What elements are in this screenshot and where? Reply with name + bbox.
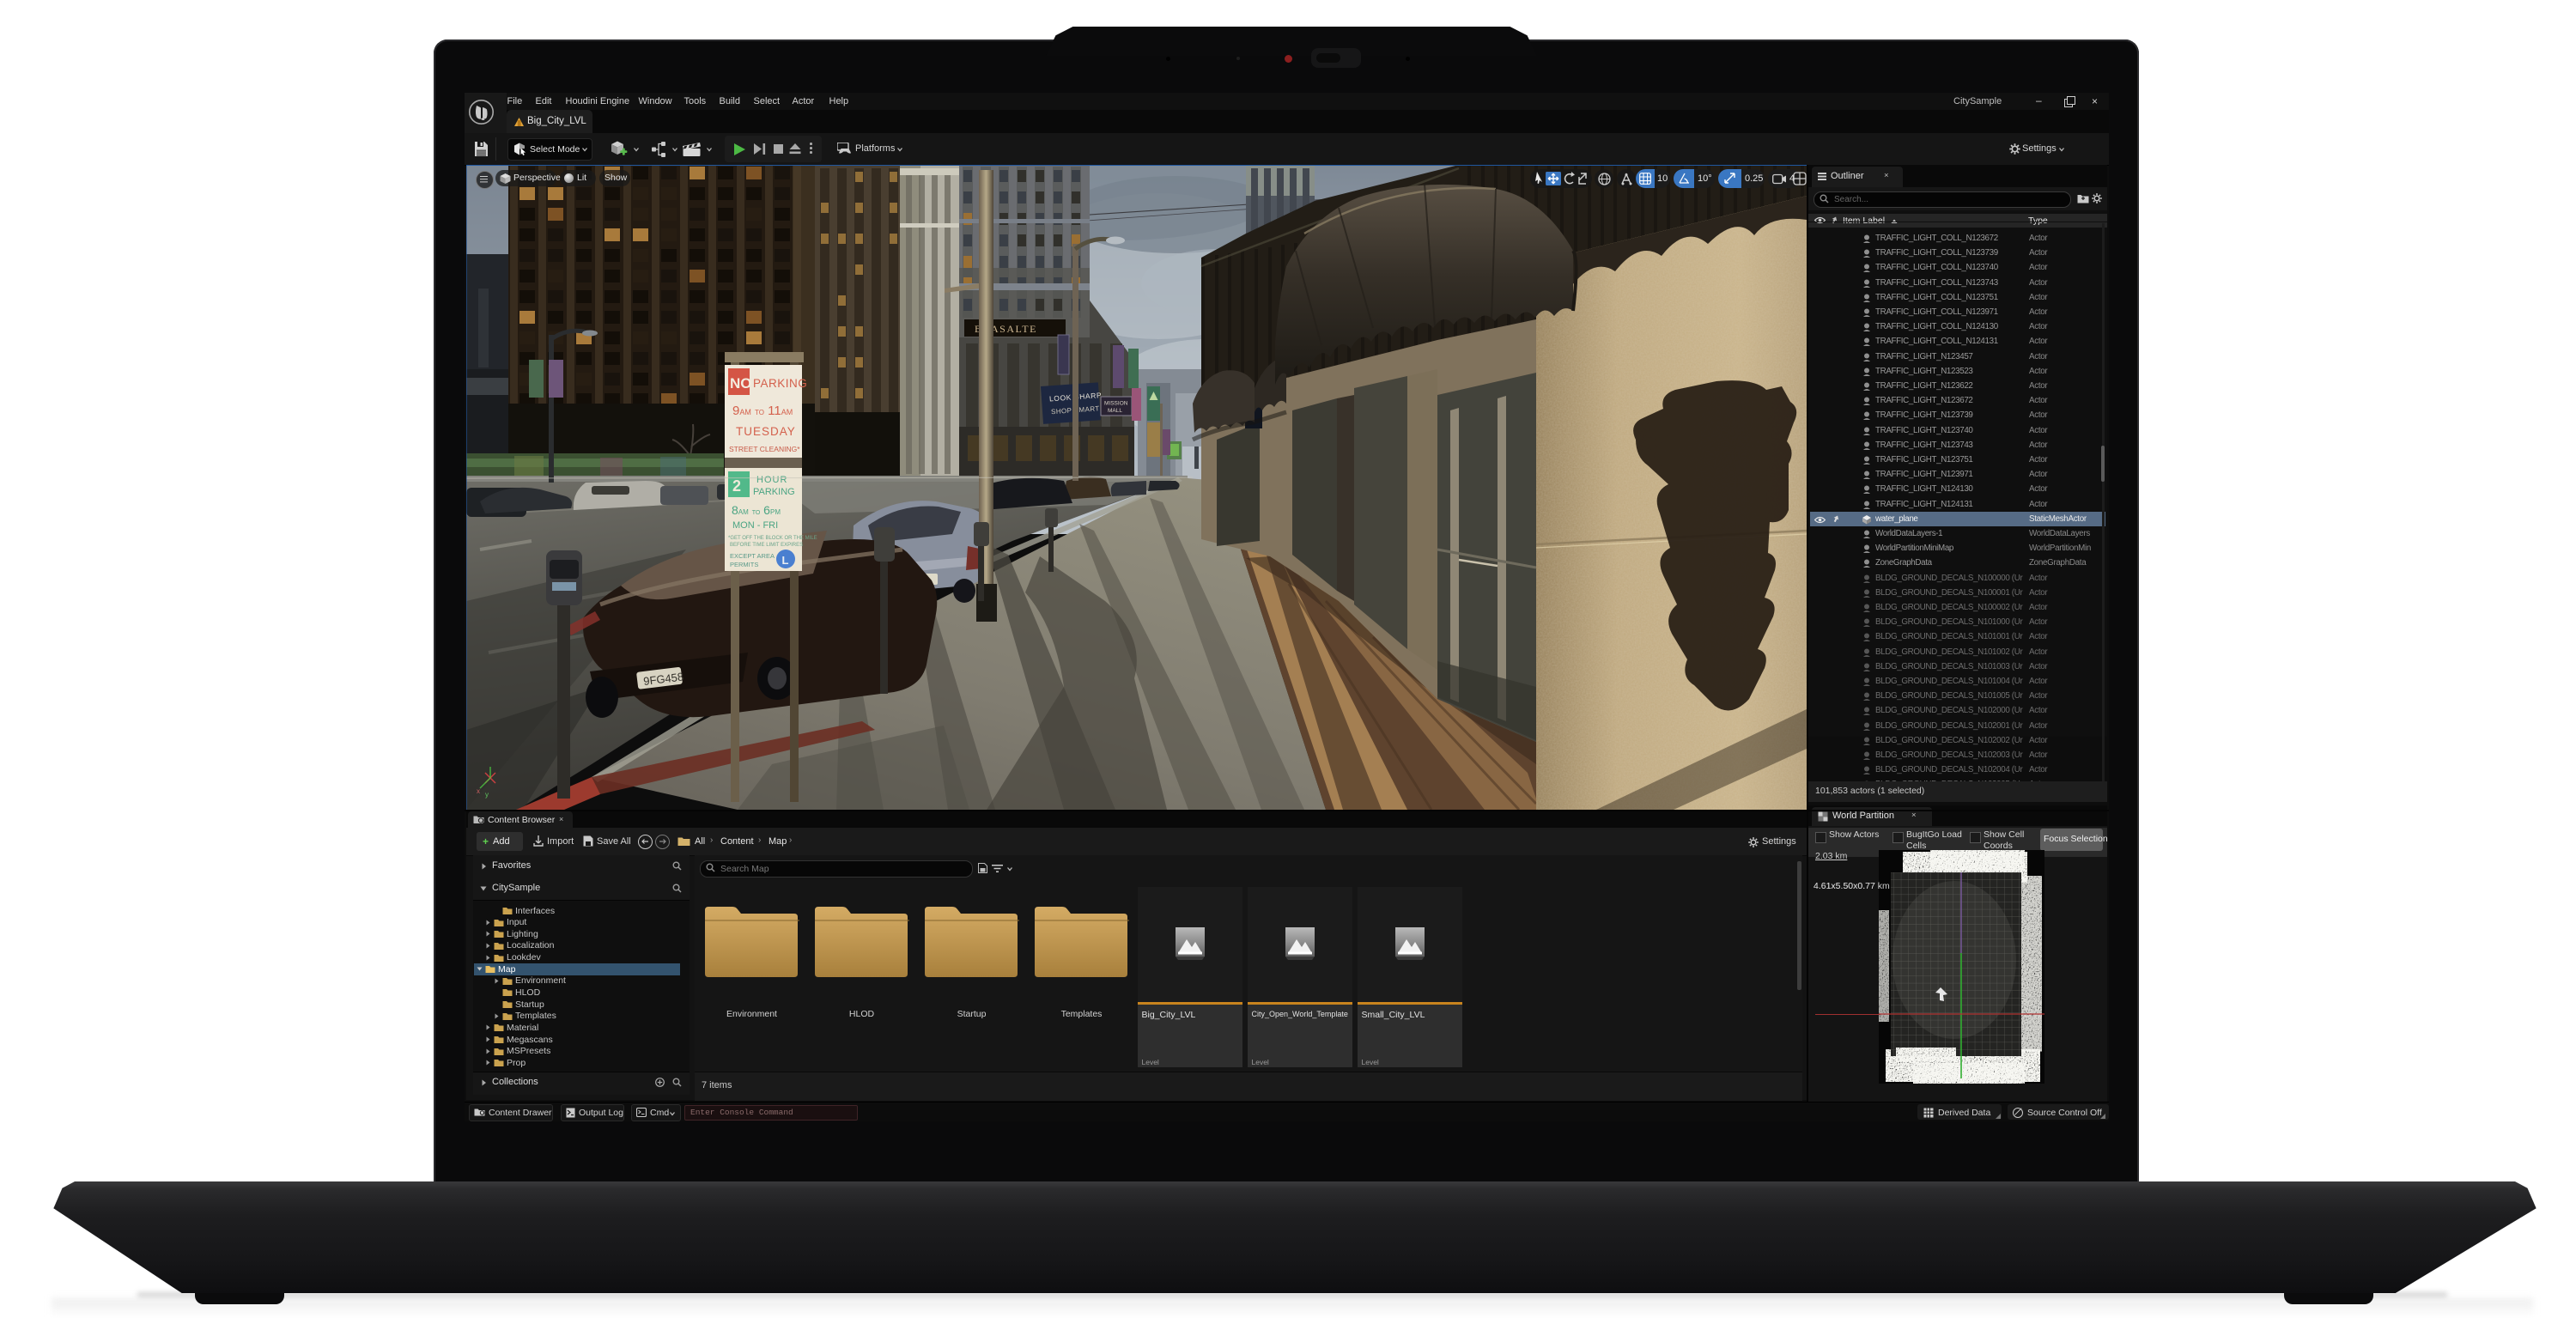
svg-text:BEFORE TIME LIMIT EXPIRES: BEFORE TIME LIMIT EXPIRES	[730, 543, 803, 548]
svg-text:PARKING: PARKING	[753, 487, 795, 497]
svg-text:PERMITS: PERMITS	[730, 561, 758, 568]
svg-text:MISSION: MISSION	[1104, 401, 1128, 407]
svg-text:STREET CLEANING*: STREET CLEANING*	[729, 445, 800, 453]
svg-text:*GET OFF THE BLOCK OR THE MILE: *GET OFF THE BLOCK OR THE MILE	[728, 536, 817, 541]
svg-text:PARKING: PARKING	[753, 377, 807, 390]
svg-text:L: L	[782, 554, 789, 567]
svg-text:x: x	[477, 787, 480, 795]
svg-text:NO: NO	[730, 375, 752, 392]
svg-text:2: 2	[732, 477, 741, 495]
svg-text:HOUR: HOUR	[756, 475, 787, 485]
svg-text:MALL: MALL	[1108, 408, 1122, 414]
svg-text:TUESDAY: TUESDAY	[736, 425, 796, 438]
svg-text:y: y	[485, 791, 489, 799]
svg-text:EXCEPT AREA: EXCEPT AREA	[730, 552, 775, 560]
svg-text:MON - FRI: MON - FRI	[732, 520, 778, 531]
